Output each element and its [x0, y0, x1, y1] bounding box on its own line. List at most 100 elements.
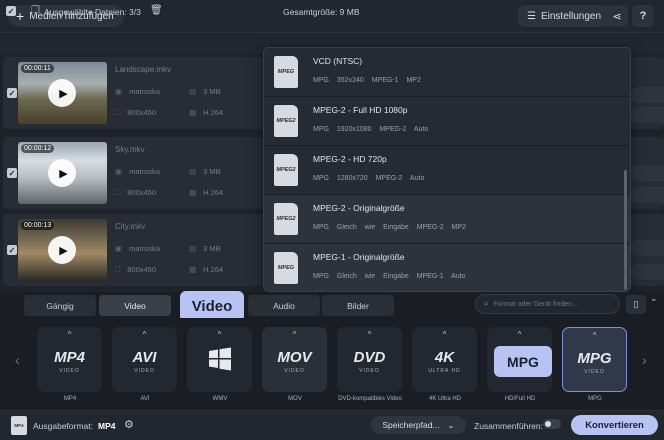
sliders-icon: ☰ — [527, 10, 536, 22]
preset-details: MPG 1920x1080 MPEG-2 Auto — [313, 126, 429, 133]
total-size-label: Gesamtgröße: 9 MB — [283, 7, 360, 17]
file-checkbox[interactable]: ✓ — [7, 88, 17, 98]
output-format-icon: MP4 — [11, 416, 27, 435]
chevron-up-icon[interactable]: ^ — [187, 330, 252, 339]
merge-toggle[interactable] — [543, 419, 561, 429]
container-info: ▣ matroska — [115, 87, 160, 96]
tab-images[interactable]: Bilder — [322, 295, 394, 316]
share-button[interactable]: ⋖ — [606, 5, 628, 27]
preset-option[interactable]: MPEG2 MPEG-2 - HD 720p MPG 1280x720 MPEG… — [264, 146, 630, 195]
duration-badge: 00:00:12 — [21, 144, 55, 153]
file-checkbox[interactable]: ✓ — [7, 245, 17, 255]
preset-name: MPEG-2 - HD 720p — [313, 154, 387, 164]
chevron-up-icon[interactable]: ^ — [337, 330, 402, 339]
container-icon: ▣ — [115, 87, 123, 96]
chevron-up-icon[interactable]: ^ — [563, 331, 626, 340]
preset-details: MPG 1280x720 MPEG-2 Auto — [313, 175, 425, 182]
format-wmv[interactable]: ^ — [187, 327, 252, 392]
save-path-button[interactable]: Speicherpfad... ⌄ — [371, 416, 466, 434]
size-info: ▤ 3 MB — [189, 167, 221, 176]
preset-name: VCD (NTSC) — [313, 56, 363, 66]
plus-icon: + — [16, 8, 25, 24]
row-side-control[interactable] — [630, 264, 664, 280]
row-side-control[interactable] — [630, 87, 664, 103]
chevron-up-icon[interactable]: ^ — [487, 330, 552, 339]
file-format-icon: MPEG2 — [274, 154, 298, 186]
format-logo: DVD — [353, 349, 386, 366]
settings-button[interactable]: ☰ Einstellungen — [518, 5, 611, 27]
search-icon: ⌕ — [484, 299, 489, 308]
preset-name: MPEG-2 - Full HD 1080p — [313, 105, 408, 115]
format-dvd[interactable]: ^ DVD VIDEO — [337, 327, 402, 392]
format-logo-sub: VIDEO — [284, 368, 305, 374]
format-mpg[interactable]: ^ MPG VIDEO — [562, 327, 627, 392]
row-side-control[interactable] — [630, 187, 664, 203]
format-logo: MOV — [277, 349, 312, 366]
file-checkbox[interactable]: ✓ — [7, 168, 17, 178]
format-logo: AVI — [132, 349, 157, 366]
select-all-checkbox[interactable]: ✓ — [6, 6, 16, 16]
device-icon: ▯ — [633, 299, 639, 309]
files-icon: ❐ — [31, 5, 40, 16]
windows-icon — [209, 347, 231, 371]
preset-details: MPG Gleich wie Eingabe MPEG-2 MP2 — [313, 224, 466, 231]
format-search-input[interactable]: ⌕ Format oder Gerät finden... — [475, 294, 620, 314]
format-mov[interactable]: ^ MOV VIDEO — [262, 327, 327, 392]
convert-button[interactable]: Konvertieren — [571, 415, 658, 435]
codec-info: ▦ H.264 — [189, 265, 224, 274]
codec-info: ▦ H.264 — [189, 108, 224, 117]
codec-icon: ▦ — [189, 188, 197, 197]
gear-icon[interactable]: ⚙ — [124, 418, 134, 431]
format-label: MP4 — [63, 396, 77, 402]
row-side-control[interactable] — [630, 107, 664, 123]
format-logo: MPG — [577, 350, 612, 367]
duration-badge: 00:00:11 — [21, 64, 54, 73]
format-logo-sub: VIDEO — [134, 368, 155, 374]
preset-option[interactable]: MPEG VCD (NTSC) MPG 352x240 MPEG-1 MP2 — [264, 48, 630, 97]
video-thumbnail[interactable]: 00:00:12 ▶ — [18, 142, 107, 204]
resolution-info: ⛶ 800x450 — [115, 108, 157, 117]
dropdown-scrollbar[interactable] — [624, 170, 627, 290]
share-icon: ⋖ — [612, 10, 622, 23]
preset-option[interactable]: MPEG MPEG-1 - Originalgröße MPG Gleich w… — [264, 244, 630, 291]
format-logo-sub: VIDEO — [584, 369, 605, 375]
container-info: ▣ matroska — [115, 244, 160, 253]
chevron-up-icon[interactable]: ^ — [412, 330, 477, 339]
size-info: ▤ 3 MB — [189, 244, 221, 253]
format-label: MOV — [288, 396, 302, 402]
preset-option[interactable]: MPEG2 MPEG-2 - Full HD 1080p MPG 1920x10… — [264, 97, 630, 146]
format-avi[interactable]: ^ AVI VIDEO — [112, 327, 177, 392]
resolution-icon: ⛶ — [115, 108, 121, 117]
chevron-right-icon[interactable]: › — [642, 352, 647, 368]
container-info: ▣ matroska — [115, 167, 160, 176]
chevron-left-icon[interactable]: ‹ — [15, 352, 20, 368]
tab-audio[interactable]: Audio — [248, 295, 320, 316]
resolution-info: ⛶ 800x450 — [115, 188, 157, 197]
chevron-down-icon: ⌄ — [447, 419, 455, 430]
merge-label: Zusammenführen: — [474, 421, 543, 431]
video-thumbnail[interactable]: 00:00:11 ▶ — [18, 62, 107, 124]
chevron-down-icon[interactable]: ⌄ — [650, 293, 658, 304]
preset-option[interactable]: MPEG2 MPEG-2 - Originalgröße MPG Gleich … — [264, 195, 630, 244]
format-logo: MP4 — [54, 349, 85, 366]
row-side-control[interactable] — [630, 165, 664, 181]
format-logo-sub: VIDEO — [59, 368, 80, 374]
duration-badge: 00:00:13 — [21, 221, 55, 230]
format-mp4[interactable]: ^ MP4 VIDEO — [37, 327, 102, 392]
row-side-control[interactable] — [630, 240, 664, 256]
format-4k[interactable]: ^ 4K ULTRA HD — [412, 327, 477, 392]
chevron-up-icon[interactable]: ^ — [112, 330, 177, 339]
help-button[interactable]: ? — [632, 5, 654, 27]
play-icon[interactable]: ▶ — [48, 159, 76, 187]
video-thumbnail[interactable]: 00:00:13 ▶ — [18, 219, 107, 281]
tab-video[interactable]: Video — [99, 295, 171, 316]
search-placeholder: Format oder Gerät finden... — [493, 300, 578, 308]
trash-icon[interactable]: 🗑 — [150, 5, 163, 16]
codec-icon: ▦ — [189, 108, 197, 117]
chevron-up-icon[interactable]: ^ — [37, 330, 102, 339]
chevron-up-icon[interactable]: ^ — [262, 330, 327, 339]
play-icon[interactable]: ▶ — [48, 236, 76, 264]
play-icon[interactable]: ▶ — [48, 79, 76, 107]
tab-popular[interactable]: Gängig — [24, 295, 96, 316]
device-detect-button[interactable]: ▯ — [626, 295, 646, 314]
